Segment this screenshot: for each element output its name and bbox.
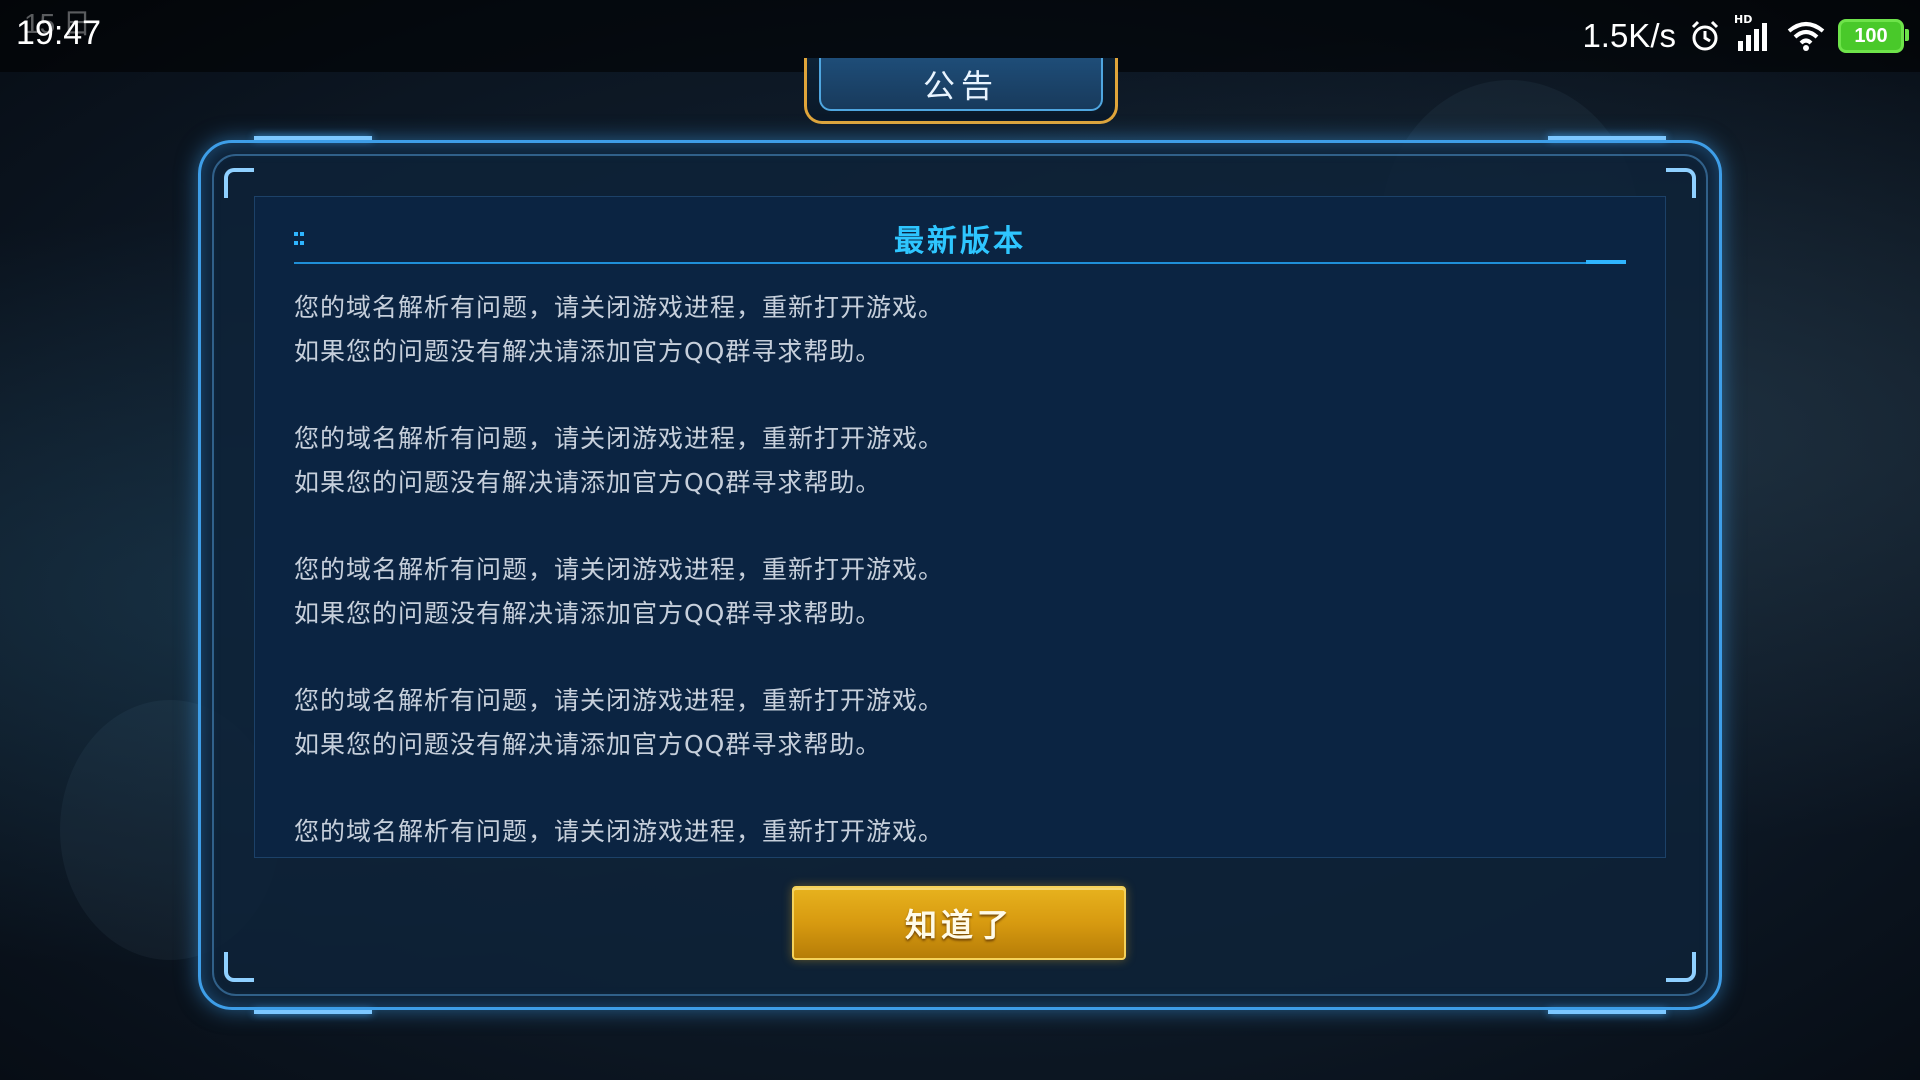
announcement-title: 公告	[922, 66, 999, 105]
notice-header: 最新版本	[294, 210, 1626, 264]
notice-header-title: 最新版本	[894, 224, 1026, 259]
corner-bracket-icon	[1666, 952, 1696, 982]
announcement-tab: 公告	[804, 58, 1118, 124]
notice-paragraph: 您的域名解析有问题，请关闭游戏进程，重新打开游戏。 如果您的问题没有解决请添加官…	[294, 417, 1626, 505]
notice-line: 如果您的问题没有解决请添加官方QQ群寻求帮助。	[294, 730, 882, 759]
notice-content-panel[interactable]: 最新版本 您的域名解析有问题，请关闭游戏进程，重新打开游戏。 如果您的问题没有解…	[254, 196, 1666, 858]
notice-line: 您的域名解析有问题，请关闭游戏进程，重新打开游戏。	[294, 686, 945, 715]
notice-line: 您的域名解析有问题，请关闭游戏进程，重新打开游戏。	[294, 555, 945, 584]
signal-icon: HD	[1734, 13, 1774, 53]
corner-bracket-icon	[224, 168, 254, 198]
game-screen: 15 日 19:47 1.5K/s HD 100 公告 最新版本 您的域名解析有…	[0, 0, 1920, 1080]
network-speed: 1.5K/s	[1582, 17, 1676, 54]
notice-line: 如果您的问题没有解决请添加官方QQ群寻求帮助。	[294, 599, 882, 628]
notice-body[interactable]: 您的域名解析有问题，请关闭游戏进程，重新打开游戏。 如果您的问题没有解决请添加官…	[294, 286, 1626, 858]
frame-accent-bottom-left	[254, 1010, 372, 1014]
notice-paragraph: 您的域名解析有问题，请关闭游戏进程，重新打开游戏。	[294, 810, 1626, 854]
hd-label: HD	[1734, 13, 1753, 26]
header-dash	[1586, 260, 1626, 264]
notice-line: 如果您的问题没有解决请添加官方QQ群寻求帮助。	[294, 468, 882, 497]
notice-paragraph: 您的域名解析有问题，请关闭游戏进程，重新打开游戏。 如果您的问题没有解决请添加官…	[294, 286, 1626, 374]
wifi-icon	[1786, 19, 1826, 53]
alarm-icon	[1688, 19, 1722, 53]
status-time: 19:47	[16, 14, 102, 52]
announcement-tab-inner: 公告	[819, 58, 1103, 111]
notice-paragraph: 您的域名解析有问题，请关闭游戏进程，重新打开游戏。 如果您的问题没有解决请添加官…	[294, 548, 1626, 636]
notice-paragraph: 您的域名解析有问题，请关闭游戏进程，重新打开游戏。 如果您的问题没有解决请添加官…	[294, 679, 1626, 767]
notice-line: 如果您的问题没有解决请添加官方QQ群寻求帮助。	[294, 337, 882, 366]
corner-bracket-icon	[224, 952, 254, 982]
frame-accent-top-left	[254, 136, 372, 140]
notice-line: 您的域名解析有问题，请关闭游戏进程，重新打开游戏。	[294, 424, 945, 453]
battery-icon: 100	[1838, 19, 1909, 53]
frame-accent-bottom-right	[1548, 1010, 1666, 1014]
confirm-button[interactable]: 知道了	[792, 886, 1126, 960]
status-indicators: 1.5K/s HD 100	[1582, 13, 1909, 58]
frame-accent-top-right	[1548, 136, 1666, 140]
notice-line: 您的域名解析有问题，请关闭游戏进程，重新打开游戏。	[294, 293, 945, 322]
announcement-dialog: 最新版本 您的域名解析有问题，请关闭游戏进程，重新打开游戏。 如果您的问题没有解…	[198, 136, 1722, 1014]
corner-bracket-icon	[1666, 168, 1696, 198]
notice-line: 您的域名解析有问题，请关闭游戏进程，重新打开游戏。	[294, 817, 945, 846]
